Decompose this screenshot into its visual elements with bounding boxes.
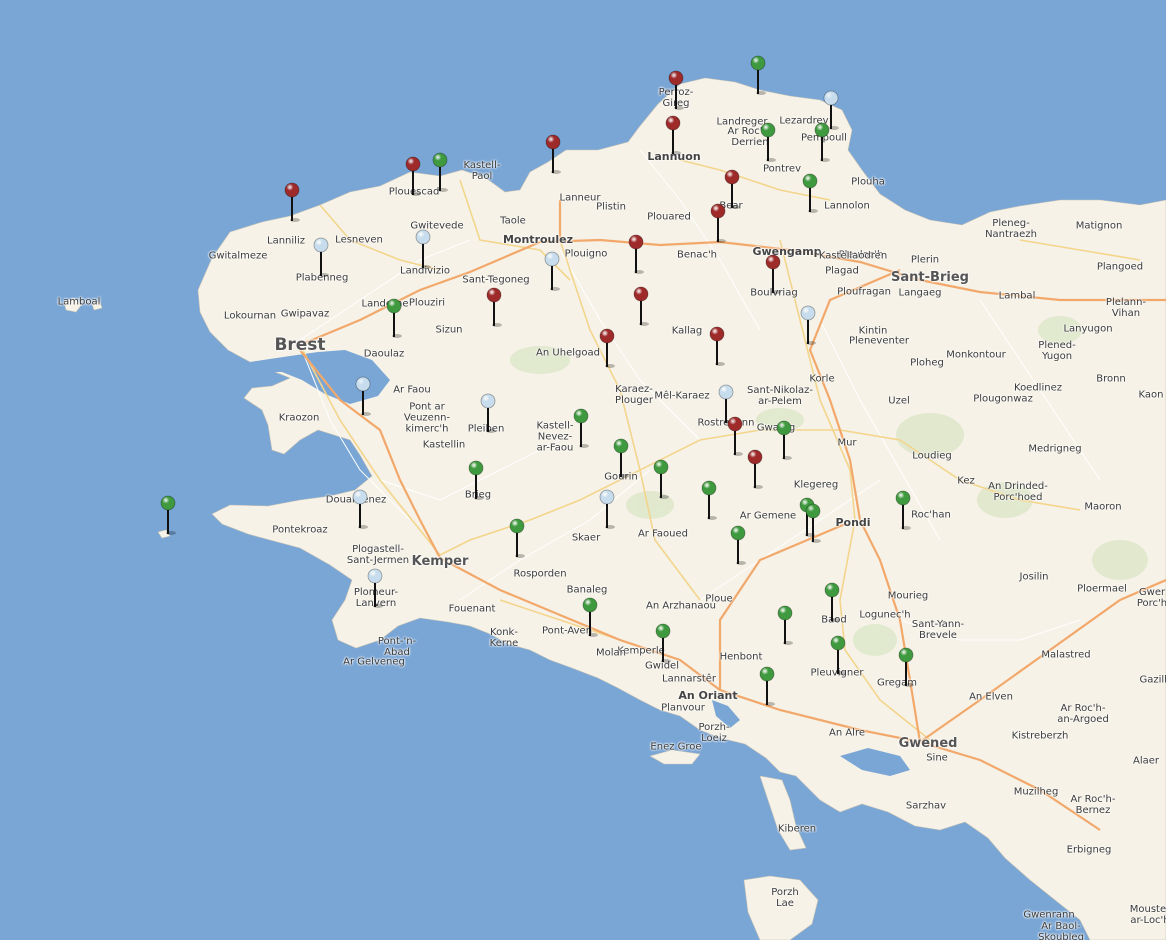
map-marker-green[interactable] [898, 647, 914, 687]
map-marker-green[interactable] [432, 152, 448, 192]
map-marker-green[interactable] [655, 623, 671, 663]
map-marker-green[interactable] [653, 459, 669, 499]
map-marker-green[interactable] [830, 635, 846, 675]
pin-icon [573, 408, 589, 448]
map-marker-green[interactable] [701, 480, 717, 520]
pin-icon [355, 376, 371, 416]
pin-icon [730, 525, 746, 565]
map-marker-green[interactable] [613, 438, 629, 478]
map-marker-red[interactable] [724, 169, 740, 209]
map-marker-green[interactable] [509, 518, 525, 558]
pin-icon [545, 134, 561, 174]
map-marker-red[interactable] [633, 286, 649, 326]
map-marker-lightblue[interactable] [480, 393, 496, 433]
map-marker-green[interactable] [805, 503, 821, 543]
pin-icon [898, 647, 914, 687]
pin-icon [653, 459, 669, 499]
map-marker-green[interactable] [777, 605, 793, 645]
map-marker-red[interactable] [486, 287, 502, 327]
pin-icon [776, 420, 792, 460]
pin-icon [765, 254, 781, 294]
map-marker-lightblue[interactable] [313, 237, 329, 277]
pin-icon [415, 229, 431, 269]
pin-icon [724, 169, 740, 209]
pin-icon [665, 115, 681, 155]
map-marker-green[interactable] [759, 666, 775, 706]
map-marker-green[interactable] [824, 582, 840, 622]
pin-icon [747, 449, 763, 489]
map-marker-green[interactable] [750, 55, 766, 95]
map-marker-red[interactable] [628, 234, 644, 274]
pin-icon [486, 287, 502, 327]
map-marker-green[interactable] [776, 420, 792, 460]
pin-icon [284, 182, 300, 222]
map-marker-red[interactable] [727, 416, 743, 456]
map-marker-lightblue[interactable] [599, 489, 615, 529]
map-marker-lightblue[interactable] [415, 229, 431, 269]
map-marker-red[interactable] [665, 115, 681, 155]
pin-icon [509, 518, 525, 558]
map-marker-green[interactable] [895, 490, 911, 530]
pin-icon [367, 568, 383, 608]
pin-icon [468, 460, 484, 500]
map-marker-lightblue[interactable] [544, 251, 560, 291]
map-marker-green[interactable] [386, 298, 402, 338]
map-marker-green[interactable] [468, 460, 484, 500]
pin-icon [352, 489, 368, 529]
map-marker-lightblue[interactable] [355, 376, 371, 416]
map-marker-red[interactable] [405, 156, 421, 196]
map-marker-lightblue[interactable] [352, 489, 368, 529]
map-marker-red[interactable] [747, 449, 763, 489]
map-marker-green[interactable] [760, 122, 776, 162]
map-canvas[interactable]: Brest Kemper Montroulez Lannuon Gwengamp Sant… [0, 0, 1166, 940]
pin-icon [160, 495, 176, 535]
map-marker-red[interactable] [545, 134, 561, 174]
map-marker-green[interactable] [160, 495, 176, 535]
pin-icon [405, 156, 421, 196]
pin-icon [777, 605, 793, 645]
map-marker-red[interactable] [284, 182, 300, 222]
map-marker-red[interactable] [710, 203, 726, 243]
map-marker-green[interactable] [582, 597, 598, 637]
pin-icon [701, 480, 717, 520]
pin-icon [633, 286, 649, 326]
map-marker-green[interactable] [814, 122, 830, 162]
pin-icon [824, 582, 840, 622]
pin-icon [582, 597, 598, 637]
pin-icon [432, 152, 448, 192]
pin-icon [802, 173, 818, 213]
pin-icon [830, 635, 846, 675]
map-marker-red[interactable] [599, 328, 615, 368]
map-marker-red[interactable] [709, 326, 725, 366]
map-marker-lightblue[interactable] [800, 305, 816, 345]
pin-icon [480, 393, 496, 433]
pin-icon [313, 237, 329, 277]
pin-icon [805, 503, 821, 543]
pin-icon [760, 122, 776, 162]
map-marker-green[interactable] [802, 173, 818, 213]
pin-icon [655, 623, 671, 663]
pin-icon [613, 438, 629, 478]
pin-icon [750, 55, 766, 95]
pin-icon [709, 326, 725, 366]
pin-icon [668, 70, 684, 110]
pin-icon [544, 251, 560, 291]
pin-icon [386, 298, 402, 338]
map-marker-lightblue[interactable] [367, 568, 383, 608]
map-marker-green[interactable] [730, 525, 746, 565]
pin-icon [599, 489, 615, 529]
pin-icon [727, 416, 743, 456]
pin-icon [895, 490, 911, 530]
map-marker-green[interactable] [573, 408, 589, 448]
pin-icon [628, 234, 644, 274]
pin-icon [800, 305, 816, 345]
pin-icon [599, 328, 615, 368]
base-map [0, 0, 1166, 940]
map-marker-red[interactable] [765, 254, 781, 294]
pin-icon [759, 666, 775, 706]
map-marker-red[interactable] [668, 70, 684, 110]
pin-icon [710, 203, 726, 243]
pin-icon [814, 122, 830, 162]
